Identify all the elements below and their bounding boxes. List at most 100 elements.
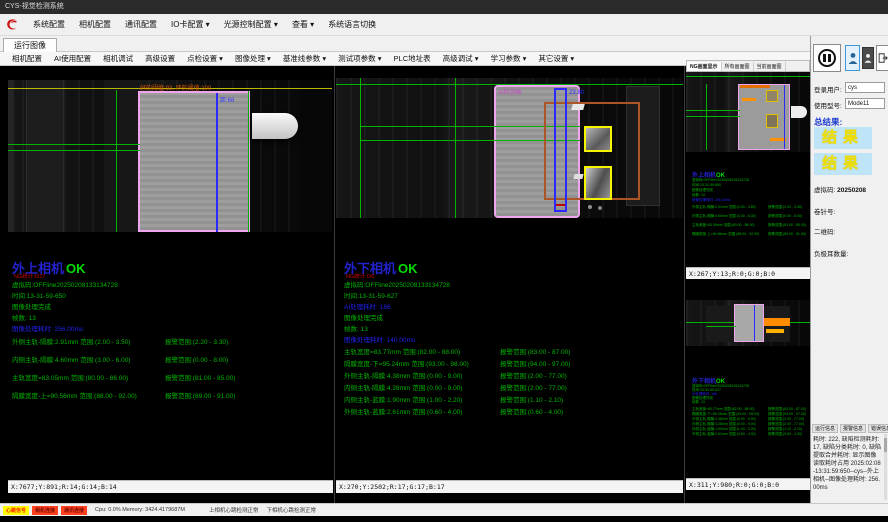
result-ok-label: OK [66,261,86,276]
process-done-line: 图像处理完成 [12,301,51,311]
detected-part-region [734,304,764,342]
log-tab-run[interactable]: 运行信息 [812,424,838,433]
menu-comm-config[interactable]: 通讯配置 [118,16,164,33]
mini-top-camera-image[interactable] [686,72,810,152]
tb-other-settings[interactable]: 其它设置 ▾ [532,53,580,64]
exit-button[interactable] [876,45,888,71]
elapsed-line: 图像处理耗时: 256.00ms [12,323,83,333]
pause-icon [818,49,836,67]
menu-language-switch[interactable]: 系统语言切换 [321,16,383,33]
overlay-green-hline [686,76,810,77]
measurement-row: 外侧主轨-隔膜:2.91mm 范围:(2.00 - 3.50) 报警范围:(2.… [12,336,130,346]
menu-system-config[interactable]: 系统配置 [26,16,72,33]
measurement-value: 隔膜宽度-上=90.56mm 范围:(88.00 - 92.00) [692,232,759,236]
overlay-yellow-box [766,90,778,102]
operator-button[interactable] [862,47,874,69]
user-button[interactable] [845,45,860,71]
menu-camera-config[interactable]: 相机配置 [72,16,118,33]
tb-plc-address[interactable]: PLC地址表 [388,53,437,64]
tb-advanced-settings[interactable]: 高级设置 [139,53,181,64]
overlay-green-hline [8,144,140,145]
measurement-row: 外侧主轨-蓝膜:2.61mm 范围:(0.60 - 4.00) 报警范围:(0.… [692,432,756,437]
tab-current-view[interactable]: 当前画面图 [754,62,786,71]
tb-spotcheck-settings[interactable]: 点检设置 ▾ [181,53,229,64]
measurement-value: 内侧主轨-隔膜:4.28mm 范围:(0.00 - 9.00) [692,422,756,426]
operator-icon [864,53,872,63]
machine-column [104,80,142,232]
menu-bar: 系统配置 相机配置 通讯配置 IO卡配置 ▾ 光源控制配置 ▾ 查看 ▾ 系统语… [0,14,888,36]
process-done-line: 图像处理完成 [344,312,383,322]
overlay-green-vline [248,91,249,232]
measurement-alarm: 报警范围:(2.20 - 3.30) [165,336,228,346]
tab-ng-display[interactable]: NG画面显示 [687,62,722,71]
tb-image-processing[interactable]: 图像处理 ▾ [229,53,277,64]
threshold-label: 好的阈值:93, 坏的阈值:100 [140,83,211,92]
left-camera-image[interactable]: 好的阈值:93, 坏的阈值:100 距:68 [8,80,332,232]
tb-camera-config[interactable]: 相机配置 [6,53,48,64]
overlay-green-hline [686,110,740,111]
measurement-alarm: 报警范围:(89.00 - 91.00) [165,390,235,400]
measurement-row: 内侧主轨-隔膜:4.60mm 范围:(3.00 - 6.00) 报警范围:(0.… [692,214,756,219]
overlay-green-hline [706,326,736,327]
panel-divider [334,66,335,503]
log-tab-alarm[interactable]: 报警信息 [840,424,866,433]
measurement-value: 内侧主轨-隔膜:4.60mm 范围:(3.00 - 6.00) [12,357,130,364]
tb-baseline-params[interactable]: 基准线参数 ▾ [277,53,332,64]
tab-run-image[interactable]: 运行图像 [3,38,57,52]
tb-camera-debug[interactable]: 相机调试 [97,53,139,64]
measurement-row: 主轨宽度=83.05mm 范围:(80.00 - 86.00) 报警范围:(81… [12,372,128,382]
sb-barcode-value: 20250208 [837,187,866,194]
ai-elapsed-line: AI处理耗时: 166 [344,301,391,311]
log-scrollbar[interactable] [884,434,887,500]
measurement-value: 隔膜宽度-下=95.24mm 范围:(93.00 - 98.00) [344,361,469,368]
log-tab-error[interactable]: 错误信息 [868,424,888,433]
measurement-row: 主轨宽度=83.77mm 范围:(82.00 - 88.00) 报警范围:(83… [344,346,460,356]
user-icon [848,52,858,64]
measurement-value: 主轨宽度=83.05mm 范围:(80.00 - 86.00) [692,223,755,227]
measurement-alarm: 报警范围:(0.60 - 4.00) [768,432,802,437]
overlay-blue-vline [216,93,218,232]
blue-measure-value: 23.80 [569,90,584,96]
frame-count-line: 帧数: 13 [344,323,368,333]
mini-bottom-camera-image[interactable] [686,300,810,346]
overlay-yellow-box [584,126,612,152]
tab-count-label: 负极耳数量: [814,248,848,258]
tb-advanced-debug[interactable]: 高级调试 ▾ [437,53,485,64]
log-scrollbar-thumb[interactable] [884,438,887,452]
user-value-field[interactable]: cys [845,82,885,93]
measurement-value: 隔膜宽度-上=90.56mm 范围:(88.00 - 92.00) [12,393,137,400]
exit-icon [878,52,888,64]
machine-column [26,80,64,232]
menu-light-config[interactable]: 光源控制配置 ▾ [217,16,285,33]
menu-io-config[interactable]: IO卡配置 ▾ [164,16,217,33]
menu-view[interactable]: 查看 ▾ [285,16,321,33]
tab-all-views[interactable]: 所有画面图 [722,62,754,71]
tb-learning-params[interactable]: 学习参数 ▾ [484,53,532,64]
needle-label: 卷针号: [814,206,835,216]
mid-camera-image[interactable]: AI检测框 23.80 [336,78,683,218]
measurement-value: 外侧主轨-蓝膜:2.61mm 范围:(0.60 - 4.00) [344,409,462,416]
mini-tab-strip: NG画面显示 所有画面图 当前画面图 [686,60,810,72]
overlay-red-mark [556,204,565,206]
comm-conn-badge: 通讯连接 [61,506,87,515]
run-log-text[interactable]: 耗时: 222, 缺陷检测耗时: 17, 缺陷分类耗时: 0, 缺陷提取合并耗时… [813,436,882,500]
measurement-value: 内侧主轨-隔膜:4.28mm 范围:(0.00 - 9.00) [344,385,462,392]
model-value-field[interactable]: Mode11 [845,98,885,109]
metal-highlight [573,174,583,179]
title-bar[interactable]: CYS-视觉检测系统 [0,0,888,14]
panel-divider [684,66,685,503]
measurement-alarm: 报警范围:(2.00 - 77.00) [500,370,567,380]
mini-orange-text [740,85,770,88]
tb-ai-usage-config[interactable]: AI使用配置 [48,53,97,64]
measurement-row: 隔膜宽度-上=90.56mm 范围:(88.00 - 92.00) 报警范围:(… [12,390,137,400]
measurement-alarm: 报警范围:(94.00 - 97.00) [500,358,570,368]
measurement-value: 隔膜宽度-下=95.24mm 范围:(93.00 - 98.00) [692,412,759,416]
measurement-alarm: 报警范围:(81.00 - 85.00) [165,372,235,382]
barcode-line: 虚拟码:OFFline20250208133134728 [344,279,450,289]
measurement-row: 隔膜宽度-上=90.56mm 范围:(88.00 - 92.00) 报警范围:(… [692,232,759,237]
tb-test-params[interactable]: 测试项参数 ▾ [332,53,387,64]
log-tab-strip: 运行信息 报警信息 错误信息 [812,424,886,433]
pause-button[interactable] [813,44,841,72]
time-line: 时间:13-31-59-650 [12,290,66,300]
measurement-row: 外侧主轨-蓝膜:2.61mm 范围:(0.60 - 4.00) 报警范围:(0.… [344,406,462,416]
